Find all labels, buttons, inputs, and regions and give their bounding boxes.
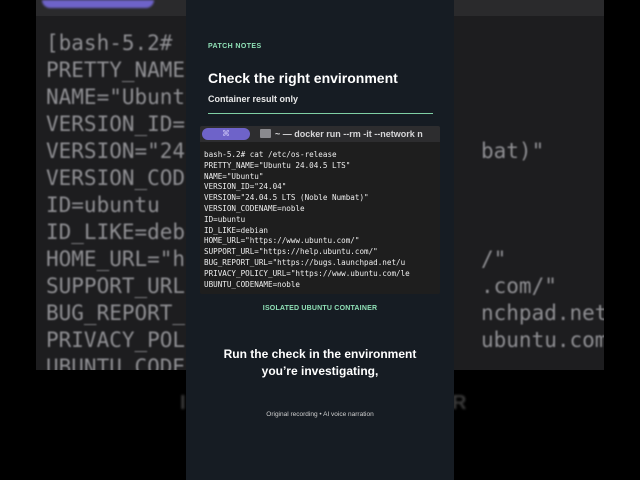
terminal-line: BUG_REPORT_URL="https://bugs.launchpad.n…: [204, 257, 406, 267]
terminal-output: bash-5.2# cat /etc/os-release PRETTY_NAME…: [204, 150, 410, 290]
terminal-line: VERSION_CODENAME=noble: [204, 203, 305, 213]
terminal-line: VERSION_ID="24.04": [204, 182, 287, 192]
terminal-line: bash-5.2# cat /etc/os-release: [204, 150, 337, 159]
background-caption-fragment-right: R: [452, 392, 467, 414]
card-subtitle: Container result only: [208, 94, 299, 104]
terminal-line: VERSION="24.04.5 LTS (Noble Numbat)": [204, 193, 369, 203]
narration-line: Run the check in the environment: [223, 347, 417, 361]
footer-credit: Original recording • AI voice narration: [266, 411, 374, 418]
terminal-tab[interactable]: ⌘: [202, 128, 250, 140]
section-eyebrow: PATCH NOTES: [208, 43, 262, 50]
background-terminal-text-right: bat)" /" .com/" nchpad.net/u ubuntu.com/…: [481, 139, 604, 352]
terminal-line: SUPPORT_URL="https://help.ubuntu.com/": [204, 247, 378, 257]
terminal-line: NAME="Ubuntu": [204, 171, 264, 181]
title-divider: [208, 113, 433, 114]
terminal-line: ID_LIKE=debian: [204, 225, 269, 235]
terminal-window-title: ~ — docker run --rm -it --network n: [275, 129, 423, 139]
background-tab-blur: [42, 0, 154, 8]
terminal-window: ⌘ ~ — docker run --rm -it --network n ba…: [200, 126, 440, 294]
command-icon: ⌘: [222, 129, 230, 138]
narration-line: you’re investigating,: [261, 364, 379, 378]
terminal-line: PRIVACY_POLICY_URL="https://www.ubuntu.c…: [204, 268, 410, 278]
terminal-line: PRETTY_NAME="Ubuntu 24.04.5 LTS": [204, 160, 351, 170]
terminal-line: UBUNTU_CODENAME=noble: [204, 279, 301, 289]
terminal-title-bar: ⌘ ~ — docker run --rm -it --network n: [200, 126, 440, 142]
terminal-line: HOME_URL="https://www.ubuntu.com/": [204, 236, 360, 246]
scene-label: ISOLATED UBUNTU CONTAINER: [262, 305, 378, 312]
card-title: Check the right environment: [208, 70, 398, 86]
background-terminal-text: [bash-5.2# c PRETTY_NAME NAME="Ubuntu VE…: [46, 31, 198, 370]
background-caption-fragment-left: I: [180, 392, 186, 414]
folder-icon: [260, 129, 271, 138]
terminal-line: ID=ubuntu: [204, 214, 246, 224]
video-card: PATCH NOTES Check the right environment …: [186, 0, 454, 480]
narration-subtitle: Run the check in the environment you’re …: [186, 346, 454, 380]
